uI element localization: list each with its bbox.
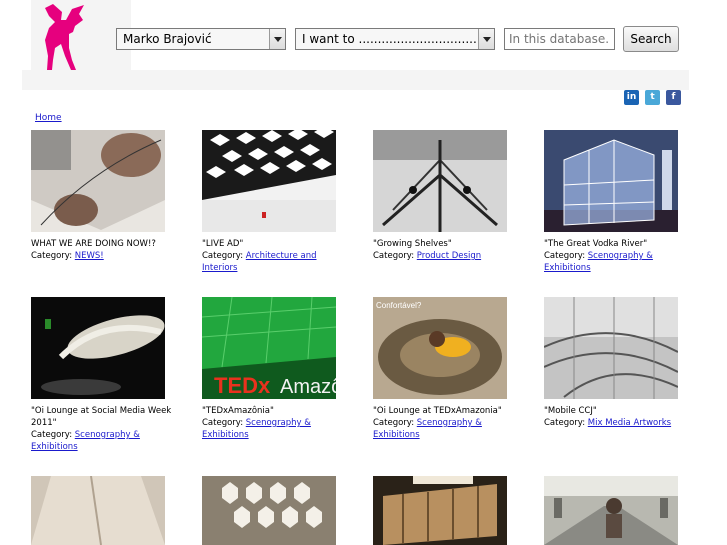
- category-label: Category:: [31, 251, 73, 261]
- project-card: [544, 476, 694, 545]
- project-thumbnail[interactable]: [31, 297, 165, 399]
- project-card: "LIVE AD" Category: Architecture and Int…: [202, 130, 352, 274]
- project-category: Category: Product Design: [373, 250, 523, 262]
- project-thumbnail[interactable]: [544, 130, 678, 232]
- category-label: Category:: [202, 251, 244, 261]
- project-title: "TEDxAmazônia": [202, 406, 274, 416]
- project-title: "Oi Lounge at TEDxAmazonia": [373, 406, 502, 416]
- search-button[interactable]: Search: [623, 26, 679, 52]
- search-input[interactable]: [504, 28, 615, 50]
- category-label: Category:: [373, 251, 415, 261]
- project-category: Category: Scenography & Exhibitions: [544, 250, 694, 274]
- confortavel-text: Confortável?: [376, 301, 422, 310]
- project-category: Category: Architecture and Interiors: [202, 250, 352, 274]
- category-label: Category:: [544, 251, 586, 261]
- project-thumbnail[interactable]: TEDx Amazôn: [202, 297, 336, 399]
- author-select[interactable]: Marko Brajović: [116, 28, 286, 50]
- tedx-place-text: Amazôn: [280, 376, 336, 398]
- project-title: WHAT WE ARE DOING NOW!?: [31, 239, 156, 249]
- project-thumbnail[interactable]: [544, 297, 678, 399]
- project-title: "The Great Vodka River": [544, 239, 648, 249]
- project-card: "Growing Shelves" Category: Product Desi…: [373, 130, 523, 262]
- breadcrumb-home[interactable]: Home: [35, 113, 62, 123]
- category-label: Category:: [31, 430, 73, 440]
- intent-select-value: I want to ..............................…: [302, 32, 478, 46]
- category-label: Category:: [544, 418, 586, 428]
- project-category: Category: Scenography & Exhibitions: [202, 417, 352, 441]
- chevron-down-icon[interactable]: [269, 29, 285, 49]
- category-label: Category:: [202, 418, 244, 428]
- project-title: "LIVE AD": [202, 239, 244, 249]
- linkedin-icon[interactable]: in: [624, 90, 639, 105]
- project-thumbnail[interactable]: [31, 130, 165, 232]
- project-thumbnail[interactable]: [202, 130, 336, 232]
- project-card: [31, 476, 181, 545]
- project-thumbnail[interactable]: [31, 476, 165, 545]
- project-card: "The Great Vodka River" Category: Scenog…: [544, 130, 694, 274]
- project-thumbnail[interactable]: [373, 130, 507, 232]
- category-link[interactable]: Mix Media Artworks: [588, 418, 671, 428]
- project-card: TEDx Amazôn "TEDxAmazônia" Category: Sce…: [202, 297, 352, 441]
- project-category: Category: Scenography & Exhibitions: [373, 417, 523, 441]
- project-category: Category: Mix Media Artworks: [544, 417, 694, 429]
- project-title: "Growing Shelves": [373, 239, 452, 249]
- intent-select[interactable]: I want to ..............................…: [295, 28, 495, 50]
- twitter-icon[interactable]: t: [645, 90, 660, 105]
- category-link[interactable]: Product Design: [417, 251, 481, 261]
- project-title: "Mobile CCJ": [544, 406, 597, 416]
- tedx-tag-text: TEDx: [214, 373, 271, 398]
- author-select-value: Marko Brajović: [123, 32, 212, 46]
- project-card: Confortável? "Oi Lounge at TEDxAmazonia"…: [373, 297, 523, 441]
- project-thumbnail[interactable]: Confortável?: [373, 297, 507, 399]
- project-category: Category: Scenography & Exhibitions: [31, 429, 181, 453]
- project-card: [373, 476, 523, 545]
- project-thumbnail[interactable]: [202, 476, 336, 545]
- project-card: "Oi Lounge at Social Media Week 2011" Ca…: [31, 297, 181, 453]
- project-category: Category: NEWS!: [31, 250, 181, 262]
- header-band: [22, 70, 689, 90]
- project-card: [202, 476, 352, 545]
- project-thumbnail[interactable]: [373, 476, 507, 545]
- category-link[interactable]: NEWS!: [75, 251, 104, 261]
- facebook-icon[interactable]: f: [666, 90, 681, 105]
- project-thumbnail[interactable]: [544, 476, 678, 545]
- chevron-down-icon[interactable]: [478, 29, 494, 49]
- project-title: "Oi Lounge at Social Media Week 2011": [31, 406, 172, 428]
- category-label: Category:: [373, 418, 415, 428]
- project-card: "Mobile CCJ" Category: Mix Media Artwork…: [544, 297, 694, 429]
- project-card: WHAT WE ARE DOING NOW!? Category: NEWS!: [31, 130, 181, 262]
